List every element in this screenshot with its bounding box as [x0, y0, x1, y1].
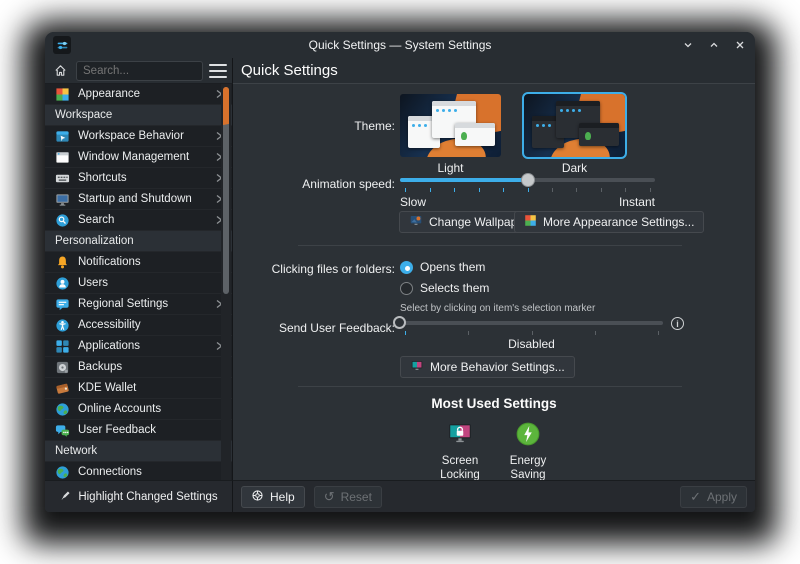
- sidebar-section-network: Network: [45, 441, 232, 462]
- apply-button[interactable]: ✓ Apply: [680, 486, 747, 508]
- button-bar: Help ↺ Reset ✓ Apply: [233, 480, 755, 512]
- selection-hint: Select by clicking on item's selection m…: [400, 303, 595, 314]
- sidebar-item-accessibility[interactable]: Accessibility: [45, 315, 232, 336]
- window-management-icon: [55, 150, 70, 165]
- most-used-settings-title: Most Used Settings: [233, 396, 755, 411]
- search-input[interactable]: [76, 61, 203, 81]
- sidebar-item-applications[interactable]: Applications: [45, 336, 232, 357]
- sidebar-item-kde-wallet[interactable]: KDE Wallet: [45, 378, 232, 399]
- sidebar-header: [45, 58, 233, 84]
- feedback-status: Disabled: [400, 337, 663, 351]
- behavior-icon: [410, 359, 424, 375]
- theme-dark-thumbnail[interactable]: [524, 94, 625, 157]
- sidebar-item-notifications[interactable]: Notifications: [45, 252, 232, 273]
- help-icon: [251, 489, 264, 505]
- sidebar: AppearanceWorkspaceWorkspace BehaviorWin…: [45, 84, 233, 480]
- window-title: Quick Settings — System Settings: [45, 38, 755, 52]
- more-behavior-settings-button[interactable]: More Behavior Settings...: [400, 356, 575, 378]
- sidebar-item-connections[interactable]: Connections: [45, 462, 232, 480]
- theme-option-light[interactable]: Light: [400, 94, 501, 175]
- backups-icon: [55, 360, 70, 375]
- section-divider: [298, 245, 682, 246]
- radio-opens-them[interactable]: Opens them: [400, 260, 485, 274]
- wallet-icon: [55, 381, 70, 396]
- wallpaper-icon: [409, 214, 423, 230]
- system-settings-window: Quick Settings — System Settings Quick S…: [45, 32, 755, 512]
- theme-label: Theme:: [233, 119, 395, 133]
- notifications-icon: [55, 255, 70, 270]
- sidebar-item-appearance[interactable]: Appearance: [45, 84, 232, 105]
- search-circle-icon: [55, 213, 70, 228]
- energy-saving-icon: [515, 436, 541, 450]
- reset-icon: ↺: [324, 490, 335, 503]
- feedback-icon: [55, 423, 70, 438]
- slider-max-label: Instant: [619, 195, 655, 209]
- energy-saving-shortcut[interactable]: Energy Saving: [497, 421, 559, 483]
- titlebar[interactable]: Quick Settings — System Settings: [45, 32, 755, 58]
- scrollbar-thumb[interactable]: [223, 87, 229, 294]
- radio-button[interactable]: [400, 282, 413, 295]
- applications-icon: [55, 339, 70, 354]
- sidebar-item-window-management[interactable]: Window Management: [45, 147, 232, 168]
- sidebar-item-backups[interactable]: Backups: [45, 357, 232, 378]
- feedback-slider[interactable]: [400, 316, 663, 330]
- slider-handle[interactable]: [393, 316, 406, 329]
- shortcuts-icon: [55, 171, 70, 186]
- startup-shutdown-icon: [55, 192, 70, 207]
- sidebar-item-user-feedback[interactable]: User Feedback: [45, 420, 232, 441]
- maximize-icon[interactable]: [707, 38, 721, 52]
- close-icon[interactable]: [733, 38, 747, 52]
- theme-option-dark[interactable]: Dark: [524, 94, 625, 175]
- sidebar-item-regional-settings[interactable]: Regional Settings: [45, 294, 232, 315]
- slider-handle[interactable]: [521, 173, 535, 187]
- main-content: Theme: Light Dark Animation speed:: [233, 84, 755, 480]
- accessibility-icon: [55, 318, 70, 333]
- system-settings-app-icon: [53, 36, 71, 54]
- globe-icon: [55, 465, 70, 480]
- help-button[interactable]: Help: [241, 486, 305, 508]
- highlight-changed-settings-button[interactable]: Highlight Changed Settings: [59, 489, 217, 505]
- sidebar-footer: Highlight Changed Settings: [45, 480, 233, 512]
- sidebar-item-online-accounts[interactable]: Online Accounts: [45, 399, 232, 420]
- section-divider: [298, 386, 682, 387]
- workspace-behavior-icon: [55, 129, 70, 144]
- minimize-icon[interactable]: [681, 38, 695, 52]
- sidebar-item-startup-and-shutdown[interactable]: Startup and Shutdown: [45, 189, 232, 210]
- sidebar-item-shortcuts[interactable]: Shortcuts: [45, 168, 232, 189]
- clicking-label: Clicking files or folders:: [233, 262, 395, 276]
- info-icon[interactable]: i: [671, 317, 684, 330]
- animation-speed-slider[interactable]: [400, 173, 655, 187]
- appearance-icon: [55, 87, 70, 102]
- regional-icon: [55, 297, 70, 312]
- globe-icon: [55, 402, 70, 417]
- radio-button[interactable]: [400, 261, 413, 274]
- highlighter-icon: [59, 489, 72, 505]
- slider-min-label: Slow: [400, 195, 426, 209]
- theme-light-thumbnail[interactable]: [400, 94, 501, 157]
- page-title: Quick Settings: [241, 62, 338, 79]
- animation-speed-label: Animation speed:: [233, 177, 395, 191]
- apply-check-icon: ✓: [690, 490, 701, 503]
- menu-icon[interactable]: [209, 64, 227, 78]
- sidebar-item-search[interactable]: Search: [45, 210, 232, 231]
- screen-locking-shortcut[interactable]: Screen Locking: [429, 421, 491, 483]
- radio-selects-them[interactable]: Selects them: [400, 281, 489, 295]
- appearance-icon: [524, 214, 537, 230]
- more-appearance-settings-button[interactable]: More Appearance Settings...: [514, 211, 704, 233]
- sidebar-item-users[interactable]: Users: [45, 273, 232, 294]
- screen-locking-icon: [447, 436, 473, 450]
- users-icon: [55, 276, 70, 291]
- feedback-label: Send User Feedback:: [233, 321, 395, 335]
- sidebar-section-personalization: Personalization: [45, 231, 232, 252]
- reset-button[interactable]: ↺ Reset: [314, 486, 382, 508]
- sidebar-item-workspace-behavior[interactable]: Workspace Behavior: [45, 126, 232, 147]
- sidebar-scrollbar[interactable]: [221, 84, 231, 480]
- home-button[interactable]: [50, 61, 70, 81]
- sidebar-section-workspace: Workspace: [45, 105, 232, 126]
